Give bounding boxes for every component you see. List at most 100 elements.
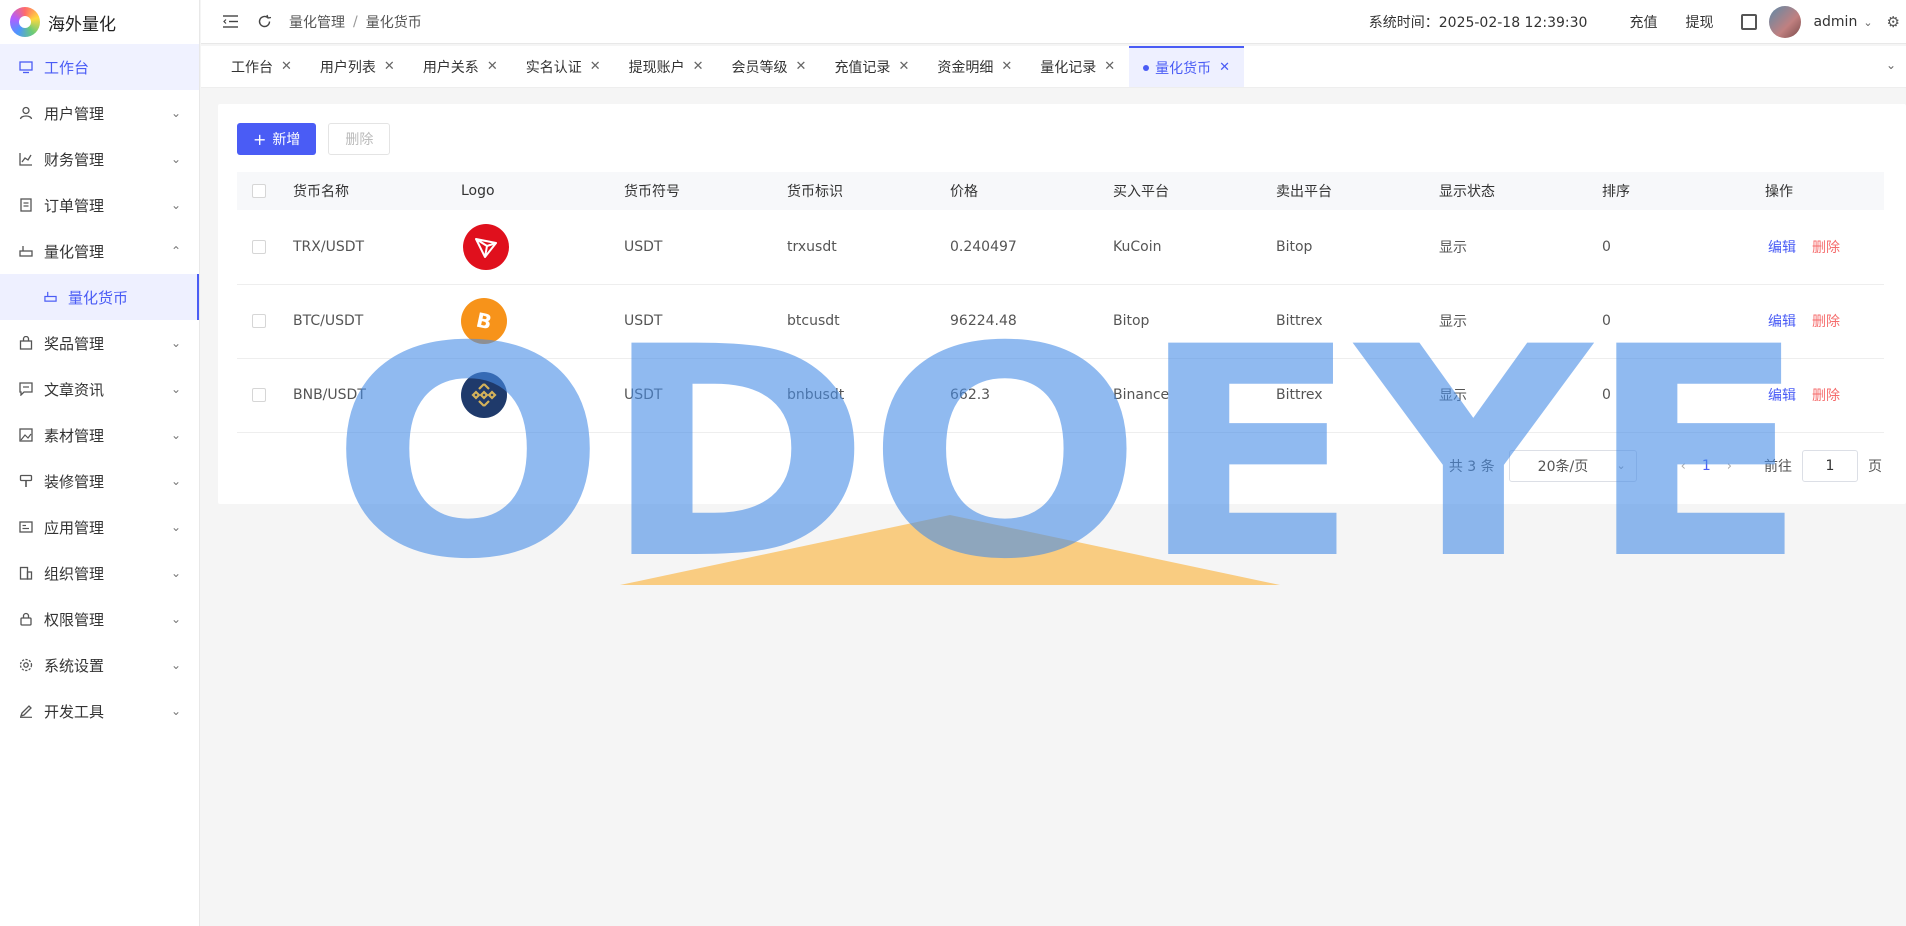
close-icon[interactable]: ✕ [1001, 59, 1012, 74]
tab-fund-details[interactable]: 资金明细 ✕ [923, 46, 1026, 87]
goto-page-input[interactable]: 1 [1802, 450, 1858, 482]
next-page-icon[interactable]: › [1727, 459, 1732, 474]
delete-link[interactable]: 删除 [1812, 314, 1840, 330]
cell-sell-platform: Bittrex [1276, 387, 1323, 403]
column-header: 货币标识 [787, 184, 843, 200]
menu-collapse-icon[interactable] [221, 13, 239, 31]
column-header: 货币符号 [624, 184, 680, 200]
user-name[interactable]: admin [1813, 14, 1857, 30]
sidebar-subitem-quant-currency[interactable]: 量化货币 [0, 274, 199, 320]
system-time: 系统时间：2025-02-18 12:39:30 [1368, 15, 1588, 31]
close-icon[interactable]: ✕ [1219, 60, 1230, 75]
sidebar-item-organization[interactable]: 组织管理 ⌄ [0, 550, 199, 596]
tab-bar: 工作台 ✕ 用户列表 ✕ 用户关系 ✕ 实名认证 ✕ 提现账户 ✕ 会员等级 ✕ 充值记录 ✕… [201, 46, 1906, 88]
chevron-down-icon[interactable]: ⌄ [1886, 58, 1896, 72]
sidebar-item-settings[interactable]: 系统设置 ⌄ [0, 642, 199, 688]
row-checkbox[interactable] [252, 239, 266, 254]
delete-link[interactable]: 删除 [1812, 388, 1840, 404]
sidebar-item-prizes[interactable]: 奖品管理 ⌄ [0, 320, 199, 366]
sidebar-item-apps[interactable]: 应用管理 ⌄ [0, 504, 199, 550]
sidebar-menu: 工作台 用户管理 ⌄ 财务管理 ⌄ 订单管理 ⌄ 量化管理 ⌃ 量化货币 奖品管… [0, 44, 199, 734]
tab-workbench[interactable]: 工作台 ✕ [217, 46, 306, 87]
sidebar-item-materials[interactable]: 素材管理 ⌄ [0, 412, 199, 458]
tab-quant-currency[interactable]: 量化货币 ✕ [1129, 46, 1245, 87]
close-icon[interactable]: ✕ [487, 59, 498, 74]
cell-sell-platform: Bittrex [1276, 313, 1323, 329]
prev-page-icon[interactable]: ‹ [1681, 459, 1686, 474]
batch-delete-label: 删除 [345, 132, 374, 148]
select-all-checkbox[interactable] [252, 184, 266, 198]
close-icon[interactable]: ✕ [1104, 59, 1115, 74]
withdraw-link[interactable]: 提现 [1685, 12, 1713, 32]
refresh-icon[interactable] [255, 13, 273, 31]
gear-icon[interactable]: ⚙ [1887, 13, 1900, 31]
tab-real-name[interactable]: 实名认证 ✕ [512, 46, 615, 87]
chevron-down-icon: ⌄ [170, 612, 181, 626]
close-icon[interactable]: ✕ [796, 59, 807, 74]
cell-sort: 0 [1602, 387, 1611, 403]
fullscreen-icon[interactable] [1741, 14, 1758, 30]
sidebar-item-decoration[interactable]: 装修管理 ⌄ [0, 458, 199, 504]
edit-link[interactable]: 编辑 [1768, 314, 1796, 330]
sidebar-item-label: 订单管理 [44, 196, 105, 215]
page-size-select[interactable]: 20条/页 ⌄ [1508, 450, 1637, 482]
close-icon[interactable]: ✕ [898, 59, 909, 74]
close-icon[interactable]: ✕ [281, 59, 292, 74]
tab-user-relations[interactable]: 用户关系 ✕ [409, 46, 512, 87]
sidebar-item-workbench[interactable]: 工作台 [0, 44, 199, 90]
sidebar-item-label: 工作台 [44, 58, 90, 77]
cell-sort: 0 [1602, 313, 1611, 329]
sidebar-item-quant[interactable]: 量化管理 ⌃ [0, 228, 199, 274]
chevron-down-icon: ⌄ [1616, 459, 1626, 472]
edit-link[interactable]: 编辑 [1768, 388, 1796, 404]
chevron-down-icon[interactable]: ⌄ [1863, 16, 1872, 29]
tab-member-level[interactable]: 会员等级 ✕ [718, 46, 821, 87]
edit-link[interactable]: 编辑 [1768, 240, 1796, 256]
topbar-right: 系统时间：2025-02-18 12:39:30 充值 提现 admin ⌄ ⚙ [1369, 0, 1906, 44]
sidebar-item-orders[interactable]: 订单管理 ⌄ [0, 182, 199, 228]
add-button[interactable]: + 新增 [237, 123, 317, 155]
sidebar-subitem-label: 量化货币 [68, 288, 129, 307]
tab-label: 工作台 [231, 59, 273, 76]
close-icon[interactable]: ✕ [693, 59, 704, 74]
breadcrumb-current: 量化货币 [365, 14, 422, 31]
app-logo[interactable]: 海外量化 [0, 0, 199, 44]
sidebar-item-label: 应用管理 [44, 518, 105, 537]
row-select [237, 358, 293, 432]
chevron-down-icon: ⌄ [170, 428, 181, 442]
cell-status: 显示 [1439, 314, 1467, 330]
lock-icon [18, 611, 34, 627]
batch-delete-button[interactable]: 删除 [328, 123, 391, 155]
row-checkbox[interactable] [252, 314, 266, 328]
toolbar: + 新增 删除 [237, 123, 391, 155]
tab-withdraw-account[interactable]: 提现账户 ✕ [615, 46, 718, 87]
tron-icon [463, 223, 509, 270]
tab-recharge-records[interactable]: 充值记录 ✕ [820, 46, 923, 87]
close-icon[interactable]: ✕ [590, 59, 601, 74]
recharge-link[interactable]: 充值 [1629, 12, 1657, 32]
chevron-down-icon: ⌄ [170, 382, 181, 396]
page-suffix: 页 [1868, 459, 1882, 475]
breadcrumb-item[interactable]: 量化管理 [289, 12, 345, 32]
sidebar-item-label: 财务管理 [44, 150, 105, 169]
pen-icon [18, 703, 34, 719]
tab-user-list[interactable]: 用户列表 ✕ [306, 46, 409, 87]
sidebar-item-permissions[interactable]: 权限管理 ⌄ [0, 596, 199, 642]
sidebar-item-devtools[interactable]: 开发工具 ⌄ [0, 688, 199, 734]
tab-label: 实名认证 [525, 59, 582, 76]
close-icon[interactable]: ✕ [384, 59, 395, 74]
page-size-value: 20条/页 [1537, 459, 1589, 475]
page-number[interactable]: 1 [1702, 458, 1711, 474]
cell-status: 显示 [1439, 388, 1467, 404]
delete-link[interactable]: 删除 [1812, 240, 1840, 256]
sidebar-item-users[interactable]: 用户管理 ⌄ [0, 90, 199, 136]
tab-label: 会员等级 [731, 59, 788, 76]
row-checkbox[interactable] [252, 388, 266, 402]
sidebar-item-finance[interactable]: 财务管理 ⌄ [0, 136, 199, 182]
cell-actions: 编辑 删除 [1765, 284, 1884, 358]
sidebar-item-articles[interactable]: 文章资讯 ⌄ [0, 366, 199, 412]
avatar[interactable] [1769, 6, 1802, 38]
chevron-down-icon: ⌄ [170, 474, 181, 488]
tab-quant-records[interactable]: 量化记录 ✕ [1026, 46, 1129, 87]
robot-icon [44, 290, 58, 304]
